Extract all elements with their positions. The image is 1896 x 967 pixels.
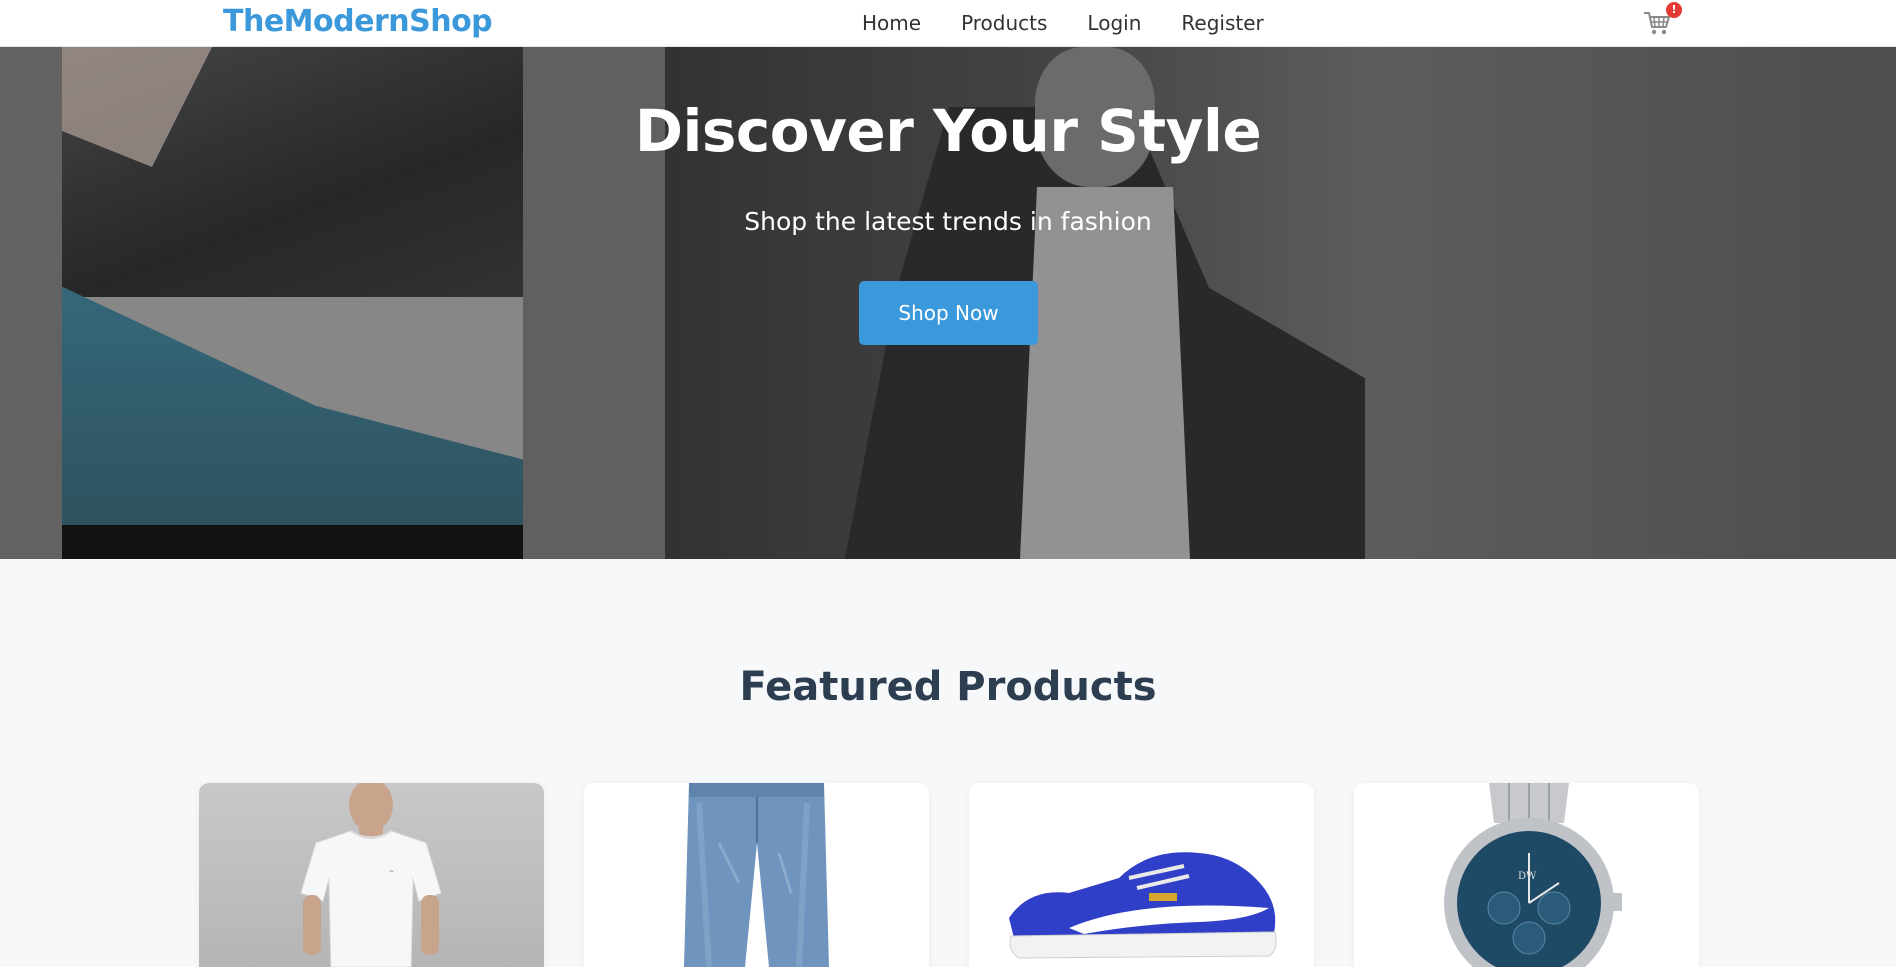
- hero-banner: Discover Your Style Shop the latest tren…: [0, 47, 1896, 559]
- main-nav: Home Products Login Register: [862, 11, 1264, 35]
- cart-badge: !: [1666, 2, 1682, 18]
- shop-now-button[interactable]: Shop Now: [859, 281, 1038, 345]
- sneaker-image: [1009, 852, 1277, 959]
- featured-products-title: Featured Products: [739, 664, 1157, 710]
- product-card-tshirt[interactable]: ~ t-shirt: [199, 783, 544, 967]
- product-card-sneaker[interactable]: sneaker: [969, 783, 1314, 967]
- svg-text:DW: DW: [1518, 871, 1537, 882]
- hero-title: Discover Your Style: [634, 97, 1262, 165]
- svg-text:~: ~: [389, 868, 394, 875]
- nav-link-home[interactable]: Home: [862, 11, 921, 35]
- jeans-image: [684, 783, 829, 967]
- nav-link-products[interactable]: Products: [961, 11, 1047, 35]
- nav-link-login[interactable]: Login: [1087, 11, 1141, 35]
- nav-link-register[interactable]: Register: [1181, 11, 1263, 35]
- product-card-jeans[interactable]: jeans: [584, 783, 929, 967]
- hero-subtitle: Shop the latest trends in fashion: [744, 207, 1152, 236]
- tshirt-image: ~: [300, 783, 442, 967]
- product-card-watch[interactable]: DW watch: [1354, 783, 1699, 967]
- watch-image: DW: [1444, 783, 1622, 967]
- navbar: TheModernShop Home Products Login Regist…: [0, 0, 1896, 47]
- brand-logo[interactable]: TheModernShop: [223, 4, 493, 39]
- cart-button[interactable]: !: [1642, 2, 1682, 40]
